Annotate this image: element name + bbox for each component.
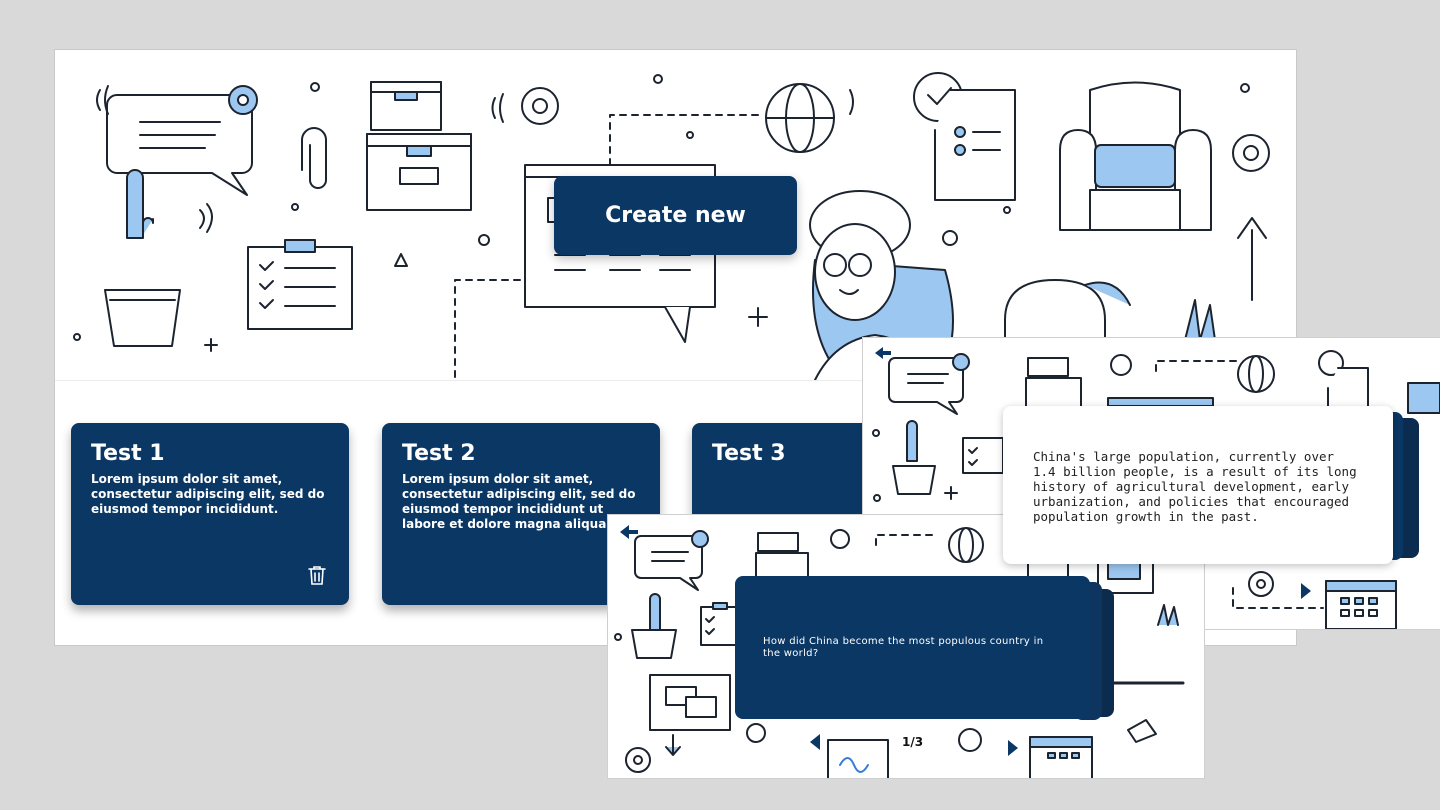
question-card[interactable]: How did China become the most populous c…	[735, 576, 1090, 719]
test-card-title: Test 1	[91, 441, 165, 466]
page-counter: 1/3	[902, 735, 924, 749]
create-new-button[interactable]: Create new	[554, 176, 797, 255]
test-card-1[interactable]: Test 1 Lorem ipsum dolor sit amet, conse…	[71, 423, 349, 605]
test-card-title: Test 2	[402, 441, 476, 466]
prev-arrow-icon	[810, 734, 820, 750]
next-arrow-icon	[1008, 740, 1018, 756]
test-card-description: Lorem ipsum dolor sit amet, consectetur …	[402, 472, 636, 531]
test-card-description: Lorem ipsum dolor sit amet, consectetur …	[91, 472, 325, 516]
next-arrow-icon	[1301, 583, 1311, 599]
back-arrow-icon	[620, 525, 638, 539]
answer-text: China's large population, currently over…	[1033, 449, 1357, 524]
answer-card[interactable]: China's large population, currently over…	[1003, 406, 1393, 564]
question-text: How did China become the most populous c…	[763, 636, 1044, 659]
back-arrow-icon	[875, 347, 891, 359]
trash-icon[interactable]	[305, 563, 329, 587]
